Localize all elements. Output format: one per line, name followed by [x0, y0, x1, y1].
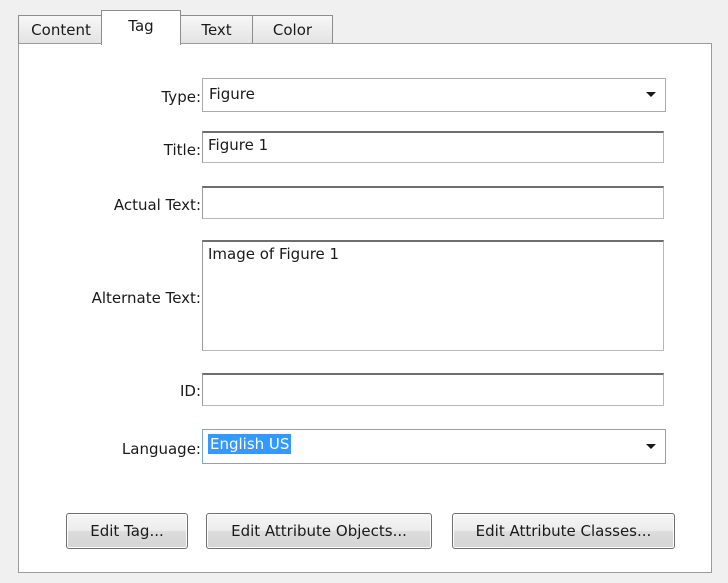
id-field[interactable] [202, 373, 664, 406]
title-label: Title: [163, 141, 201, 159]
language-label: Language: [121, 440, 201, 458]
tag-properties-dialog: Content Tag Text Color Type: Figure Titl… [0, 0, 728, 583]
type-select-value: Figure [209, 85, 255, 103]
edit-tag-button[interactable]: Edit Tag... [66, 513, 188, 549]
type-label: Type: [161, 88, 201, 106]
id-label: ID: [179, 382, 201, 400]
tab-tag[interactable]: Tag [101, 10, 181, 45]
edit-attribute-classes-button[interactable]: Edit Attribute Classes... [452, 513, 675, 549]
tag-panel: Type: Figure Title: Figure 1 Actual Text… [18, 43, 712, 573]
chevron-down-icon [646, 444, 656, 449]
alternate-text-label: Alternate Text: [91, 289, 201, 307]
actual-text-field[interactable] [202, 186, 664, 219]
actual-text-label: Actual Text: [113, 196, 201, 214]
tab-color[interactable]: Color [252, 15, 333, 43]
language-select-value: English US [208, 434, 292, 454]
type-select[interactable]: Figure [202, 78, 666, 112]
title-field[interactable]: Figure 1 [202, 131, 664, 163]
tab-text[interactable]: Text [180, 15, 253, 43]
tab-content[interactable]: Content [18, 15, 104, 43]
edit-attribute-objects-button[interactable]: Edit Attribute Objects... [206, 513, 432, 549]
alternate-text-area[interactable]: Image of Figure 1 [202, 240, 664, 351]
language-select[interactable]: English US [202, 429, 666, 464]
chevron-down-icon [646, 92, 656, 97]
